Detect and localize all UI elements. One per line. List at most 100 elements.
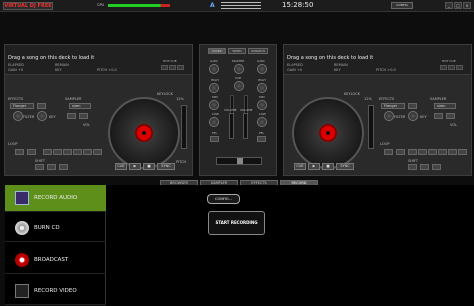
loop-8-button[interactable] xyxy=(438,149,447,155)
hotcue-2-button[interactable] xyxy=(169,65,176,70)
menu-item-record-audio[interactable]: RECORD AUDIO xyxy=(5,185,106,212)
maximize-icon[interactable]: □ xyxy=(454,2,462,9)
loop-in-button[interactable] xyxy=(47,164,56,170)
pitch-slider-label: PITCH xyxy=(176,160,187,164)
pitch-slider[interactable] xyxy=(368,105,374,149)
loop-half-button[interactable] xyxy=(15,149,24,155)
sampler-rec-button[interactable] xyxy=(446,113,455,119)
loop-16-button[interactable] xyxy=(448,149,457,155)
low-right-knob[interactable] xyxy=(257,117,267,127)
cue-button[interactable]: CUE xyxy=(115,163,127,170)
config-button[interactable]: CONFIG xyxy=(391,2,413,9)
remain-label: REMAIN xyxy=(334,63,348,67)
loop-32-button[interactable] xyxy=(458,149,467,155)
effect-select[interactable]: Flanger xyxy=(10,103,34,109)
loop-32-button[interactable] xyxy=(93,149,102,155)
effect-toggle-button[interactable] xyxy=(408,103,417,109)
loop-1-button[interactable] xyxy=(43,149,52,155)
cue-mix-knob[interactable] xyxy=(234,81,244,91)
deck-right-jogwheel[interactable] xyxy=(292,97,364,169)
tab-video[interactable]: VIDEO xyxy=(228,48,246,54)
low-left-label: LOW xyxy=(212,112,219,116)
loop-4-button[interactable] xyxy=(63,149,72,155)
deck-left-info: Drag a song on this deck to load it ELAP… xyxy=(5,45,192,75)
key-label: KEY xyxy=(334,68,341,72)
vol-label: VOL xyxy=(83,123,91,127)
effect-param2-knob[interactable] xyxy=(408,111,418,121)
menu-item-label: BROADCAST xyxy=(34,257,69,263)
low-left-knob[interactable] xyxy=(209,117,219,127)
loop-1-button[interactable] xyxy=(408,149,417,155)
loop-4-button[interactable] xyxy=(428,149,437,155)
sampler-play-button[interactable] xyxy=(67,113,76,119)
loop-2-button[interactable] xyxy=(53,149,62,155)
shift-button[interactable] xyxy=(408,164,417,170)
filter-label: FILTER xyxy=(23,115,35,119)
loop-out-button[interactable] xyxy=(432,164,441,170)
volume-fader-left[interactable] xyxy=(229,113,234,139)
master-knob[interactable] xyxy=(234,64,244,74)
loop-double-button[interactable] xyxy=(27,149,36,155)
gain-right-knob[interactable] xyxy=(257,64,267,74)
volume-left-label: VOLUME xyxy=(224,108,237,112)
effect-param-knob[interactable] xyxy=(13,111,23,121)
effect-param-knob[interactable] xyxy=(384,111,394,121)
clock: 15:28:50 xyxy=(282,1,314,9)
hotcue-3-button[interactable] xyxy=(177,65,184,70)
loop-8-button[interactable] xyxy=(73,149,82,155)
menu-item-burn-cd[interactable]: BURN CD xyxy=(5,215,106,242)
loop-in-button[interactable] xyxy=(420,164,429,170)
crossfader-mode-label[interactable]: A xyxy=(210,2,215,9)
close-icon[interactable]: × xyxy=(463,2,471,9)
high-right-knob[interactable] xyxy=(257,83,267,93)
sampler-play-button[interactable] xyxy=(434,113,443,119)
loop-2-button[interactable] xyxy=(418,149,427,155)
elapsed-label: ELAPSED xyxy=(8,63,24,67)
mid-right-knob[interactable] xyxy=(257,100,267,110)
deck-right: Drag a song on this deck to load it ELAP… xyxy=(283,44,472,176)
sync-button[interactable]: SYNC xyxy=(336,163,354,170)
play-button[interactable]: ▶ xyxy=(308,163,320,170)
sync-button[interactable]: SYNC xyxy=(157,163,175,170)
cue-button[interactable]: CUE xyxy=(294,163,306,170)
shift-button[interactable] xyxy=(35,164,44,170)
effect-param2-knob[interactable] xyxy=(37,111,47,121)
loop-16-button[interactable] xyxy=(83,149,92,155)
effect-toggle-button[interactable] xyxy=(37,103,46,109)
deck-left: Drag a song on this deck to load it ELAP… xyxy=(4,44,193,176)
mid-left-knob[interactable] xyxy=(209,100,219,110)
menu-item-broadcast[interactable]: BROADCAST xyxy=(5,247,106,274)
pfl-left-label: PFL xyxy=(212,131,218,135)
effect-select[interactable]: Flanger xyxy=(381,103,405,109)
tab-mixer[interactable]: MIXER xyxy=(208,48,226,54)
high-left-knob[interactable] xyxy=(209,83,219,93)
menu-item-record-video[interactable]: RECORD VIDEO xyxy=(5,278,106,305)
pitch-slider[interactable] xyxy=(181,105,187,149)
tab-scratch[interactable]: SCRATCH xyxy=(248,48,268,54)
loop-out-button[interactable] xyxy=(59,164,68,170)
hotcue-2-button[interactable] xyxy=(448,65,455,70)
stop-button[interactable]: ■ xyxy=(143,163,155,170)
pfl-left-button[interactable] xyxy=(210,136,219,142)
hotcue-3-button[interactable] xyxy=(456,65,463,70)
minimize-icon[interactable]: _ xyxy=(445,2,453,9)
sampler-label: SAMPLER xyxy=(65,97,82,101)
hotcue-1-button[interactable] xyxy=(440,65,447,70)
loop-half-button[interactable] xyxy=(384,149,393,155)
sampler-select[interactable]: siren xyxy=(434,103,456,109)
play-button[interactable]: ▶ xyxy=(129,163,141,170)
sampler-select[interactable]: siren xyxy=(69,103,91,109)
layout-selector[interactable] xyxy=(221,2,261,10)
volume-fader-right[interactable] xyxy=(243,113,248,139)
hotcue-1-button[interactable] xyxy=(161,65,168,70)
deck-left-jogwheel[interactable] xyxy=(108,97,180,169)
record-config-button[interactable]: CONFIG... xyxy=(207,194,240,204)
start-recording-button[interactable]: START RECORDING xyxy=(208,211,265,235)
sampler-rec-button[interactable] xyxy=(79,113,88,119)
stop-button[interactable]: ■ xyxy=(322,163,334,170)
crossfader[interactable] xyxy=(216,157,262,165)
remain-label: REMAIN xyxy=(55,63,69,67)
loop-double-button[interactable] xyxy=(396,149,405,155)
pfl-right-button[interactable] xyxy=(257,136,266,142)
gain-left-knob[interactable] xyxy=(209,64,219,74)
